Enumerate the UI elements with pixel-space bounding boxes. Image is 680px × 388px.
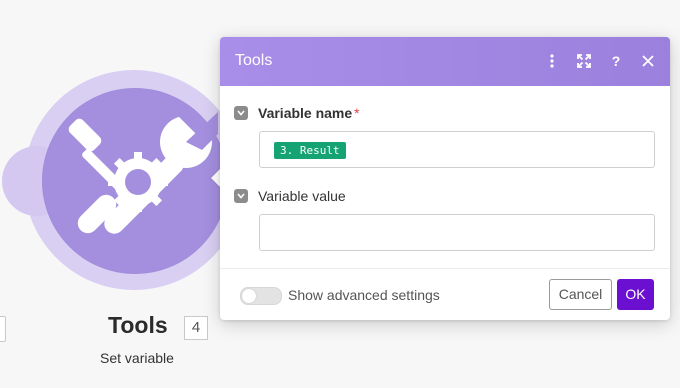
required-marker: * xyxy=(354,105,360,121)
result-token-pill[interactable]: 3. Result xyxy=(274,142,346,159)
module-settings-dialog: Tools ? Variable name * 3. Result Variab… xyxy=(220,37,670,320)
variable-value-label: Variable value xyxy=(258,188,346,204)
variable-name-field[interactable]: 3. Result xyxy=(259,131,655,168)
more-vertical-icon[interactable] xyxy=(542,51,562,71)
advanced-settings-label: Show advanced settings xyxy=(288,287,440,303)
dialog-title: Tools xyxy=(235,52,273,69)
module-subtitle: Set variable xyxy=(100,350,174,366)
tools-icon xyxy=(68,112,218,234)
variable-name-label-row: Variable name * xyxy=(234,105,360,121)
ok-button[interactable]: OK xyxy=(617,279,654,310)
svg-text:?: ? xyxy=(612,54,621,68)
toggle-knob xyxy=(242,289,256,303)
chevron-down-icon[interactable] xyxy=(234,106,248,120)
dialog-header: Tools ? xyxy=(220,37,670,86)
cancel-button[interactable]: Cancel xyxy=(549,279,612,310)
previous-module-count xyxy=(0,316,6,342)
dialog-header-actions: ? xyxy=(542,51,658,71)
advanced-settings-toggle[interactable] xyxy=(240,287,282,305)
close-icon[interactable] xyxy=(638,51,658,71)
module-title: Tools xyxy=(108,312,168,338)
help-icon[interactable]: ? xyxy=(606,51,626,71)
variable-value-field[interactable] xyxy=(259,214,655,251)
dialog-footer-divider xyxy=(220,268,670,269)
variable-name-label: Variable name * xyxy=(258,105,360,121)
variable-value-label-row: Variable value xyxy=(234,188,346,204)
expand-icon[interactable] xyxy=(574,51,594,71)
module-count-badge: 4 xyxy=(184,316,208,340)
chevron-down-icon[interactable] xyxy=(234,189,248,203)
scenario-canvas: Tools 4 Set variable Tools ? Variable na… xyxy=(0,0,680,388)
